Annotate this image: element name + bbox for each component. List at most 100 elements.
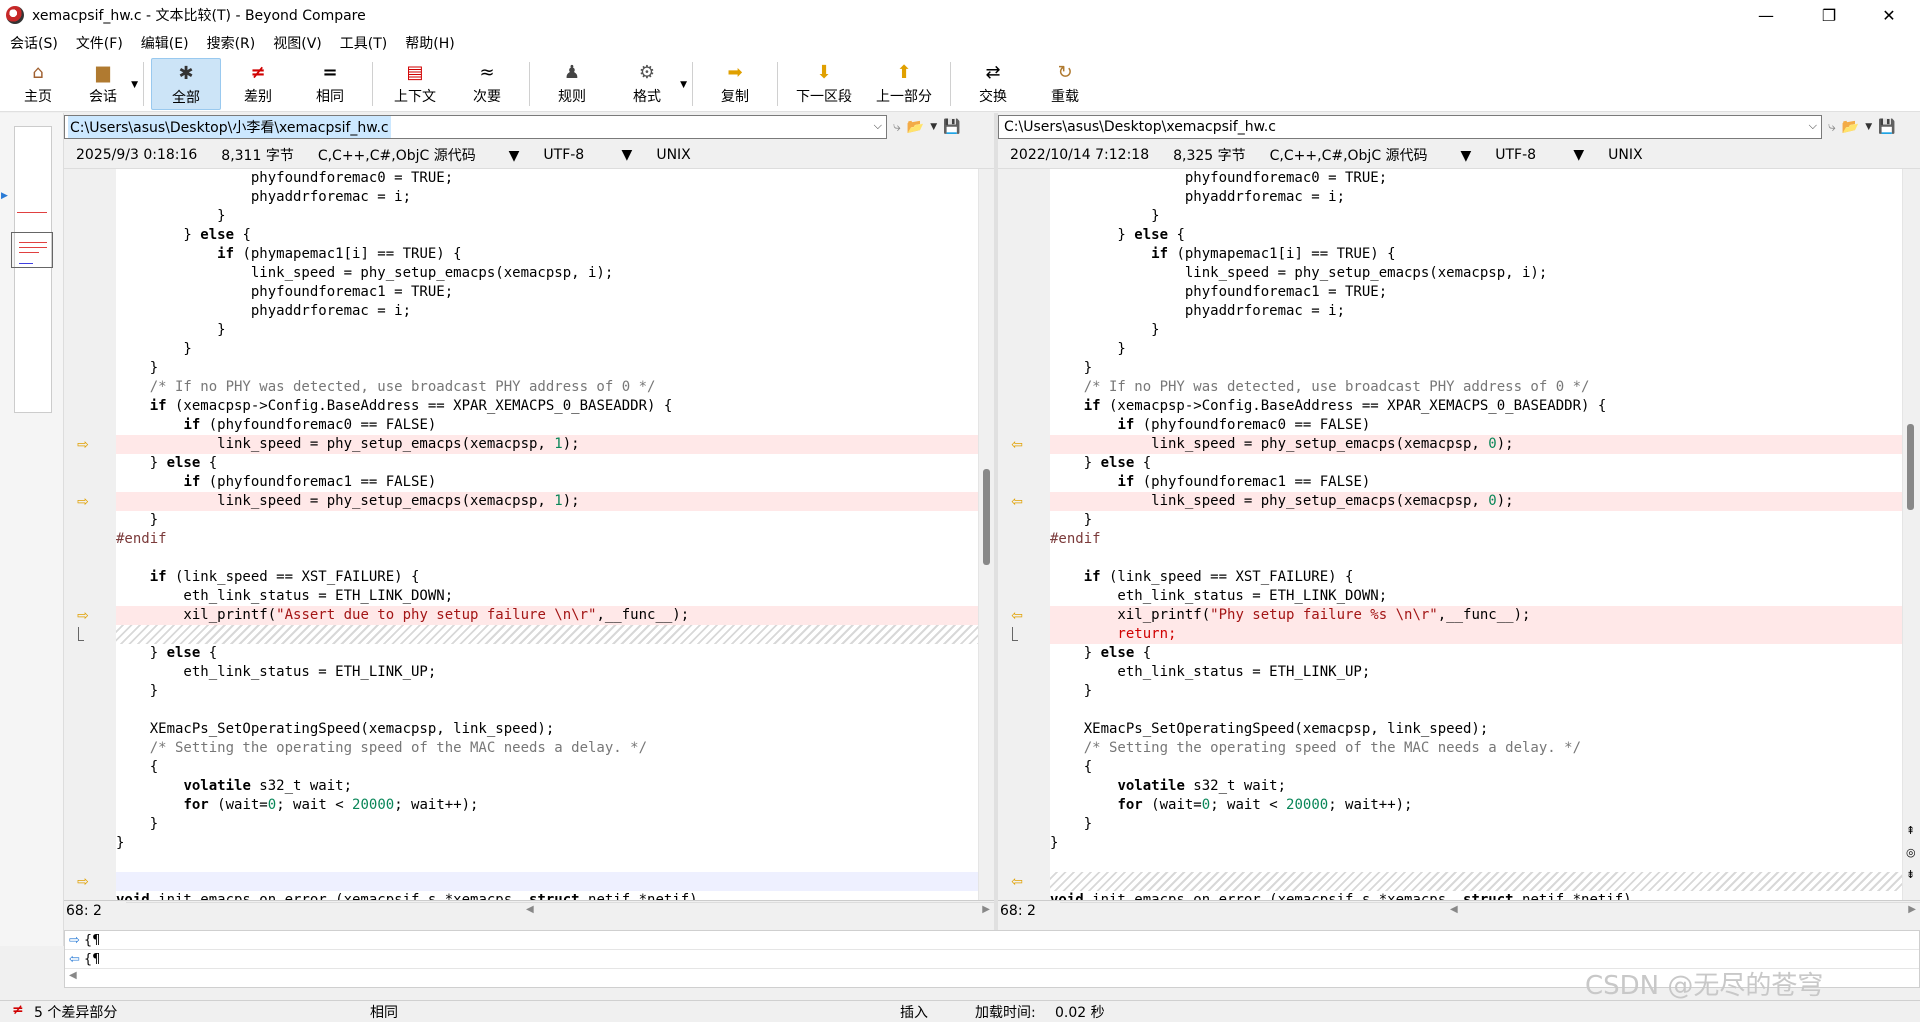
show-diffs-button[interactable]: ≠ 差别 bbox=[223, 58, 293, 110]
code-line[interactable]: } else { bbox=[116, 454, 978, 473]
show-same-button[interactable]: = 相同 bbox=[295, 58, 365, 110]
menu-view[interactable]: 视图(V) bbox=[264, 30, 331, 58]
code-line[interactable]: { bbox=[1050, 758, 1902, 777]
code-line[interactable]: } bbox=[1050, 207, 1902, 226]
right-vertical-scrollbar[interactable]: ⇞ ◎ ⇟ bbox=[1902, 169, 1920, 900]
code-line[interactable]: if (link_speed == XST_FAILURE) { bbox=[116, 568, 978, 587]
code-line[interactable]: phyaddrforemac = i; bbox=[116, 188, 978, 207]
copy-to-right-arrow-icon[interactable]: ⇨ bbox=[74, 437, 92, 453]
history-icon[interactable]: ⤷ bbox=[893, 119, 901, 135]
right-code-lines[interactable]: phyfoundforemac0 = TRUE; phyaddrforemac … bbox=[1050, 169, 1902, 900]
copy-button[interactable]: ➡ 复制 bbox=[700, 58, 770, 110]
session-button[interactable]: ▆ 会话 ▼ bbox=[70, 58, 138, 110]
minor-button[interactable]: ≈ 次要 bbox=[452, 58, 522, 110]
code-line[interactable]: eth_link_status = ETH_LINK_UP; bbox=[116, 663, 978, 682]
code-line[interactable]: if (xemacpsp->Config.BaseAddress == XPAR… bbox=[116, 397, 978, 416]
home-button[interactable]: ⌂ 主页 bbox=[8, 58, 68, 110]
code-line[interactable]: eth_link_status = ETH_LINK_UP; bbox=[1050, 663, 1902, 682]
show-all-button[interactable]: ✱ 全部 bbox=[151, 58, 221, 110]
menu-file[interactable]: 文件(F) bbox=[67, 30, 132, 58]
code-line[interactable]: } bbox=[1050, 834, 1902, 853]
target-icon[interactable]: ◎ bbox=[1906, 846, 1916, 859]
next-section-button[interactable]: ⬇ 下一区段 bbox=[785, 58, 863, 110]
prev-section-button[interactable]: ⬆ 上一部分 bbox=[865, 58, 943, 110]
scroll-down-icon[interactable]: ⇟ bbox=[1906, 868, 1915, 881]
minimize-button[interactable]: — bbox=[1743, 0, 1789, 30]
code-line[interactable]: if (phyfoundforemac1 == FALSE) bbox=[116, 473, 978, 492]
code-line[interactable] bbox=[116, 549, 978, 568]
menu-search[interactable]: 搜索(R) bbox=[198, 30, 265, 58]
left-code-area[interactable]: ⇨ ⇨ ⇨ ⇨ phyfoundforemac0 = TRUE; phyaddrfor… bbox=[64, 168, 994, 900]
code-line[interactable]: /* Setting the operating speed of the MA… bbox=[116, 739, 978, 758]
save-icon[interactable]: 💾 bbox=[943, 119, 960, 135]
code-line[interactable]: phyfoundforemac0 = TRUE; bbox=[116, 169, 978, 188]
code-line[interactable]: xil_printf("Phy setup failure %s \n\r",_… bbox=[1050, 606, 1902, 625]
left-path-input[interactable]: C:\Users\asus\Desktop\小李看\xemacpsif_hw.c… bbox=[64, 115, 887, 139]
code-line[interactable]: volatile s32_t wait; bbox=[1050, 777, 1902, 796]
code-line[interactable]: } else { bbox=[1050, 644, 1902, 663]
code-line[interactable]: } else { bbox=[1050, 454, 1902, 473]
detail-row-left[interactable]: ⇨ {¶ bbox=[65, 931, 1919, 950]
copy-to-left-arrow-icon[interactable]: ⇦ bbox=[1008, 608, 1026, 624]
maximize-button[interactable]: ❐ bbox=[1806, 0, 1852, 30]
dropdown-arrow-icon[interactable]: ▼ bbox=[930, 122, 937, 132]
code-line[interactable]: /* If no PHY was detected, use broadcast… bbox=[1050, 378, 1902, 397]
code-line[interactable]: { bbox=[116, 758, 978, 777]
overview-pane[interactable]: ▶ bbox=[0, 113, 64, 946]
code-line[interactable]: phyaddrforemac = i; bbox=[1050, 188, 1902, 207]
code-line[interactable]: XEmacPs_SetOperatingSpeed(xemacpsp, link… bbox=[1050, 720, 1902, 739]
code-line[interactable]: /* Setting the operating speed of the MA… bbox=[1050, 739, 1902, 758]
copy-to-left-arrow-icon[interactable]: ⇦ bbox=[1008, 874, 1026, 890]
code-line[interactable]: for (wait=0; wait < 20000; wait++); bbox=[1050, 796, 1902, 815]
code-line[interactable]: } bbox=[1050, 682, 1902, 701]
code-line[interactable] bbox=[1050, 872, 1902, 891]
swap-button[interactable]: ⇄ 交换 bbox=[958, 58, 1028, 110]
code-line[interactable] bbox=[116, 701, 978, 720]
code-line[interactable]: } else { bbox=[1050, 226, 1902, 245]
code-line[interactable]: #endif bbox=[116, 530, 978, 549]
code-line[interactable]: if (phyfoundforemac1 == FALSE) bbox=[1050, 473, 1902, 492]
code-line[interactable]: if (link_speed == XST_FAILURE) { bbox=[1050, 568, 1902, 587]
code-line[interactable]: if (phymapemac1[i] == TRUE) { bbox=[116, 245, 978, 264]
code-line[interactable]: link_speed = phy_setup_emacps(xemacpsp, … bbox=[116, 492, 978, 511]
code-line[interactable]: if (xemacpsp->Config.BaseAddress == XPAR… bbox=[1050, 397, 1902, 416]
copy-to-right-arrow-icon[interactable]: ⇨ bbox=[74, 608, 92, 624]
code-line[interactable]: XEmacPs_SetOperatingSpeed(xemacpsp, link… bbox=[116, 720, 978, 739]
code-line[interactable]: #endif bbox=[1050, 530, 1902, 549]
dropdown-arrow-icon[interactable]: ▼ bbox=[131, 80, 138, 90]
chevron-down-icon[interactable]: ⌵ bbox=[1809, 119, 1817, 133]
menu-help[interactable]: 帮助(H) bbox=[396, 30, 463, 58]
code-line[interactable] bbox=[116, 625, 978, 644]
code-line[interactable]: phyaddrforemac = i; bbox=[1050, 302, 1902, 321]
right-encoding-select[interactable]: UTF-8 ▼ bbox=[1495, 147, 1584, 163]
code-line[interactable] bbox=[116, 872, 978, 891]
code-line[interactable]: return; bbox=[1050, 625, 1902, 644]
left-horizontal-scrollbar[interactable]: ◀ ▶ bbox=[126, 901, 994, 920]
copy-to-left-arrow-icon[interactable]: ⇦ bbox=[1008, 437, 1026, 453]
code-line[interactable] bbox=[1050, 853, 1902, 872]
code-line[interactable]: link_speed = phy_setup_emacps(xemacpsp, … bbox=[1050, 435, 1902, 454]
format-button[interactable]: ⚙ 格式 ▼ bbox=[609, 58, 687, 110]
code-line[interactable]: xil_printf("Assert due to phy setup fail… bbox=[116, 606, 978, 625]
folder-open-icon[interactable]: 📂 bbox=[907, 119, 924, 135]
copy-to-right-arrow-icon[interactable]: ⇨ bbox=[74, 494, 92, 510]
save-icon[interactable]: 💾 bbox=[1878, 119, 1895, 135]
code-line[interactable]: if (phyfoundforemac0 == FALSE) bbox=[116, 416, 978, 435]
folder-open-icon[interactable]: 📂 bbox=[1842, 119, 1859, 135]
copy-to-right-arrow-icon[interactable]: ⇨ bbox=[74, 874, 92, 890]
code-line[interactable]: /* If no PHY was detected, use broadcast… bbox=[116, 378, 978, 397]
code-line[interactable]: } bbox=[116, 321, 978, 340]
left-code-lines[interactable]: phyfoundforemac0 = TRUE; phyaddrforemac … bbox=[116, 169, 978, 900]
rules-button[interactable]: ♟ 规则 bbox=[537, 58, 607, 110]
copy-to-left-arrow-icon[interactable]: ⇦ bbox=[1008, 494, 1026, 510]
code-line[interactable]: if (phyfoundforemac0 == FALSE) bbox=[1050, 416, 1902, 435]
right-format-select[interactable]: C,C++,C#,ObjC 源代码 ▼ bbox=[1270, 145, 1472, 165]
code-line[interactable] bbox=[1050, 549, 1902, 568]
code-line[interactable]: void init_emacps_on_error (xemacpsif_s *… bbox=[1050, 891, 1902, 900]
right-horizontal-scrollbar[interactable]: ◀ ▶ bbox=[1060, 901, 1920, 920]
code-line[interactable]: phyfoundforemac1 = TRUE; bbox=[116, 283, 978, 302]
code-line[interactable]: } bbox=[116, 511, 978, 530]
code-line[interactable]: } bbox=[116, 359, 978, 378]
code-line[interactable]: } bbox=[116, 340, 978, 359]
chevron-down-icon[interactable]: ⌵ bbox=[874, 119, 882, 133]
